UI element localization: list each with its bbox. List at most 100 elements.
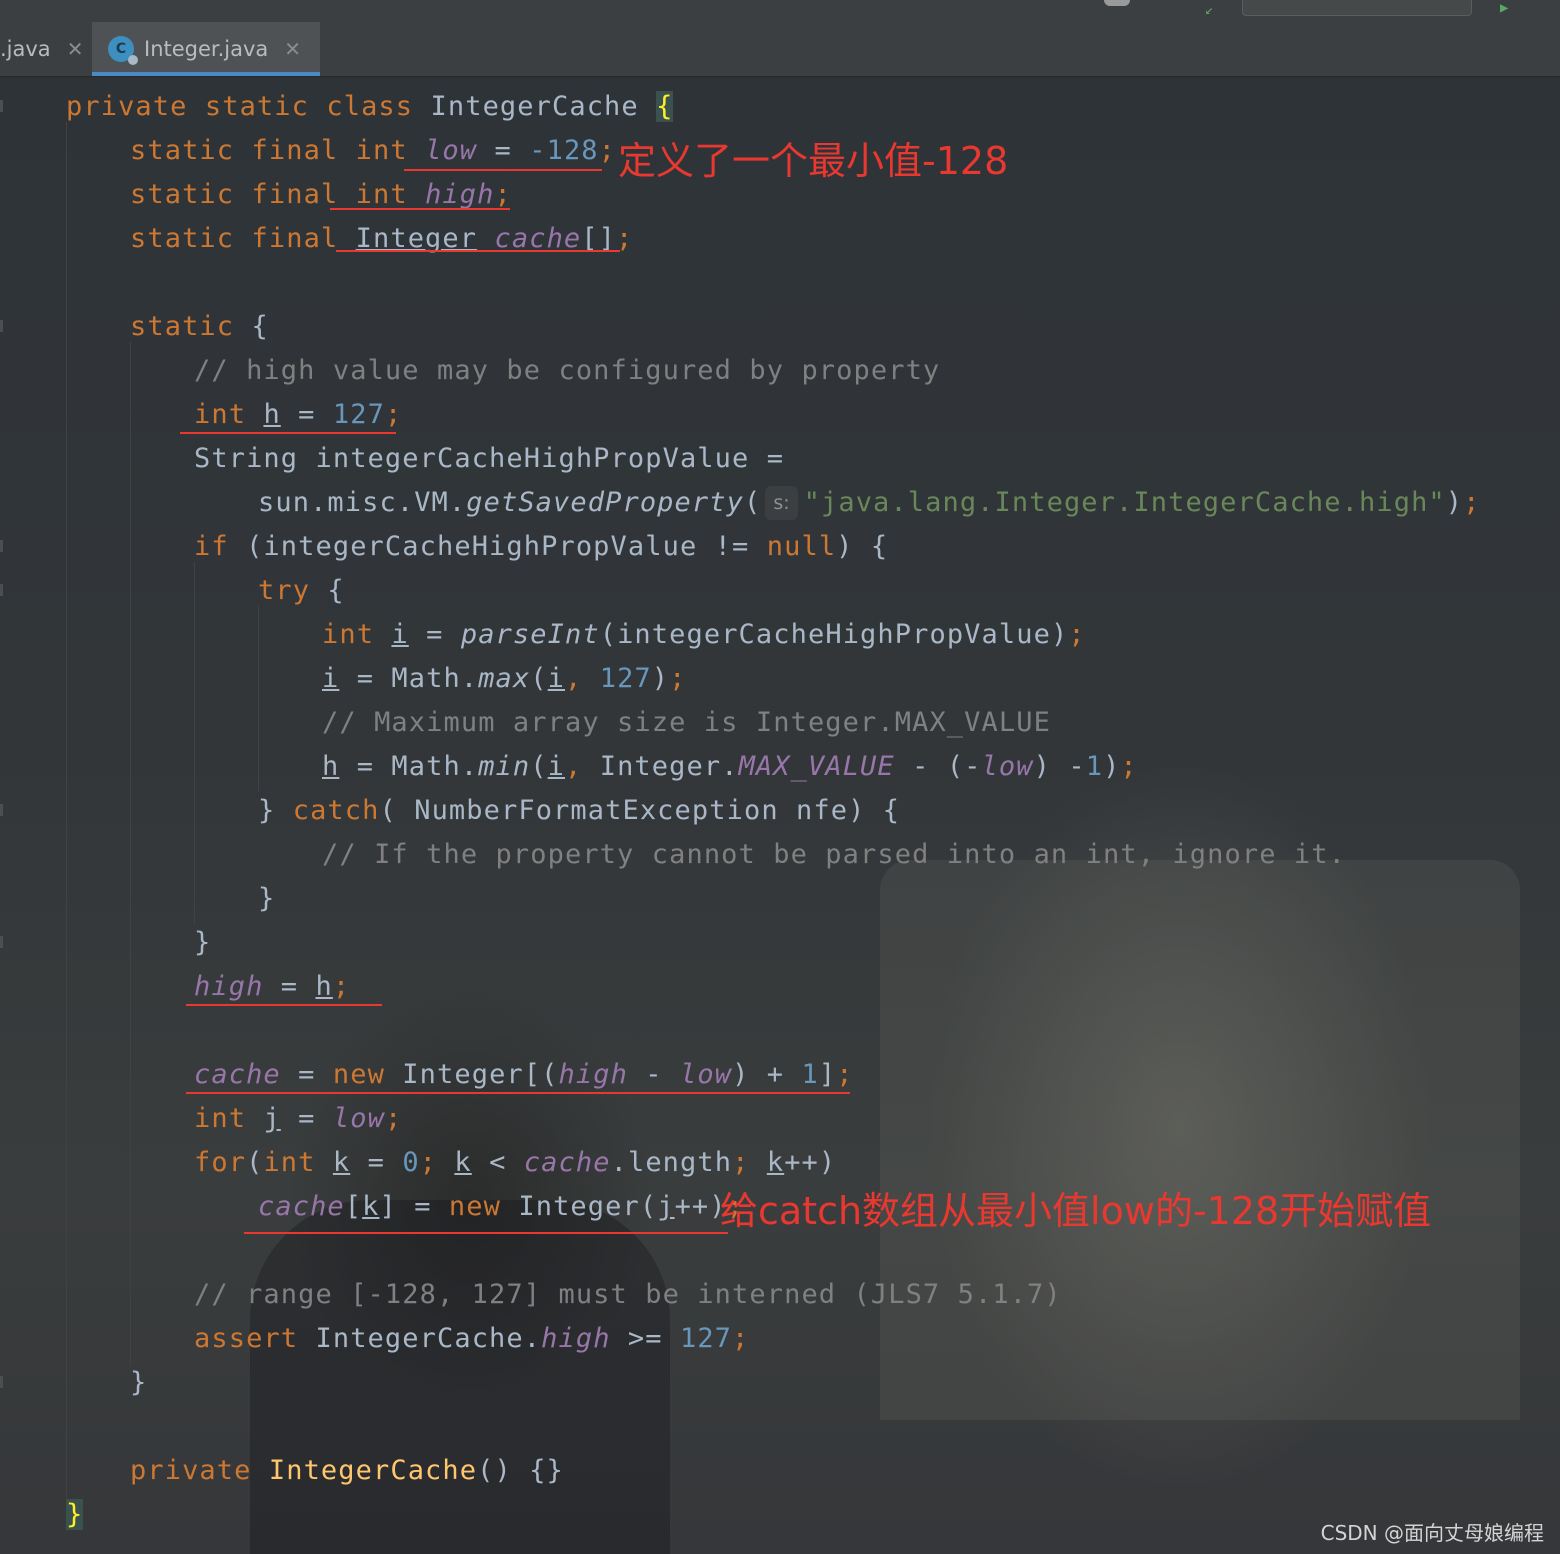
code-line: sun.misc.VM.getSavedProperty(s: "java.lan… <box>258 486 1481 520</box>
code-text: ) + <box>732 1059 802 1090</box>
string-literal: "java.lang.Integer.IntegerCache.high" <box>803 487 1446 518</box>
code-line: int j = low; <box>194 1102 402 1136</box>
code-editor[interactable]: private static class IntegerCache { stat… <box>0 0 1560 1554</box>
code-text: sun.misc.VM. <box>258 487 467 518</box>
annotation-underline <box>244 1232 728 1234</box>
code-line: for(int k = 0; k < cache.length; k++) <box>194 1146 836 1180</box>
bracket: [ <box>344 1191 363 1222</box>
number: 1 <box>801 1059 819 1090</box>
operator: = <box>280 1059 333 1090</box>
semicolon: ; <box>732 1323 750 1354</box>
keyword: assert <box>194 1323 299 1354</box>
method-name: min <box>478 751 531 782</box>
matched-brace: } <box>66 1499 84 1530</box>
keyword: for <box>194 1147 247 1178</box>
annotation-underline <box>404 169 602 171</box>
semicolon: ; <box>836 1059 854 1090</box>
field-name: high <box>194 971 264 1002</box>
code-line: } <box>258 883 276 914</box>
field-name: high <box>425 179 495 210</box>
semicolon: ; <box>494 179 512 210</box>
keyword: null <box>766 531 837 562</box>
code-line: h = Math.min(i, Integer.MAX_VALUE - (-lo… <box>322 750 1138 784</box>
operator: = <box>280 1103 333 1134</box>
keyword: private <box>66 91 188 122</box>
paren: ( <box>530 751 548 782</box>
semicolon: ; <box>1463 487 1481 518</box>
code-line: assert IntegerCache.high >= 127; <box>194 1322 749 1356</box>
code-text: ( NumberFormatException nfe) { <box>379 795 901 826</box>
variable: i <box>322 663 340 694</box>
code-line: } <box>194 927 212 958</box>
keyword: int <box>355 135 408 166</box>
operator: = <box>263 971 316 1002</box>
code-text: } <box>258 795 293 826</box>
code-text: ++) <box>784 1147 837 1178</box>
field-name: high <box>558 1059 628 1090</box>
code-line: if (integerCacheHighPropValue != null) { <box>194 530 888 564</box>
keyword: static <box>204 91 309 122</box>
annotation-text: 给catch数组从最小值low的-128开始赋值 <box>720 1189 1432 1233</box>
semicolon: ; <box>732 1147 767 1178</box>
operator: ) - <box>1033 751 1086 782</box>
code-line: i = Math.max(i, 127); <box>322 662 687 696</box>
code-text: .length <box>610 1147 733 1178</box>
annotation-underline <box>186 1004 382 1006</box>
operator: = <box>350 1147 403 1178</box>
keyword: static <box>130 311 235 342</box>
operator: - <box>627 1059 680 1090</box>
field-name: high <box>541 1323 611 1354</box>
keyword: class <box>326 91 414 122</box>
annotation-underline <box>330 208 510 210</box>
operator: = <box>408 619 461 650</box>
operator: - (- <box>894 751 982 782</box>
paren: ( <box>246 1147 264 1178</box>
variable: i <box>391 619 409 650</box>
code-text: (integerCacheHighPropValue) <box>599 619 1069 650</box>
semicolon: ; <box>598 135 617 166</box>
code-comment: // high value may be configured by prope… <box>194 355 941 386</box>
code-line: } <box>130 1367 148 1398</box>
number: 127 <box>679 1323 733 1354</box>
operator: = <box>280 399 333 430</box>
semicolon: ; <box>1068 619 1086 650</box>
semicolon: ; <box>1120 751 1138 782</box>
annotation-text: 定义了一个最小值-128 <box>618 139 1009 183</box>
code-text: Integer( <box>501 1191 658 1222</box>
code-comment: // Maximum array size is Integer.MAX_VAL… <box>322 707 1051 738</box>
keyword: new <box>448 1191 501 1222</box>
paren: ( <box>530 663 548 694</box>
keyword: final <box>251 179 339 210</box>
code-line: static final int low = -128; <box>130 134 616 168</box>
code-line: cache = new Integer[(high - low) + 1]; <box>194 1058 854 1092</box>
code-line: try { <box>258 574 345 608</box>
code-text: IntegerCache. <box>298 1323 542 1354</box>
number: 127 <box>599 663 652 694</box>
code-line: String integerCacheHighPropValue = <box>194 443 785 474</box>
constructor-name: IntegerCache <box>268 1455 478 1486</box>
code-text: = Math. <box>339 663 479 694</box>
field-name: MAX_VALUE <box>738 751 895 782</box>
semicolon: ; <box>384 399 403 430</box>
code-text: () {} <box>477 1455 564 1486</box>
bracket: ] <box>818 1059 837 1090</box>
variable: k <box>332 1147 351 1178</box>
method-name: parseInt <box>460 619 600 650</box>
keyword: int <box>194 1103 247 1134</box>
variable: h <box>315 971 333 1002</box>
keyword: private <box>130 1455 252 1486</box>
keyword: int <box>355 179 408 210</box>
comma: , <box>565 663 600 694</box>
variable: j <box>263 1103 281 1134</box>
watermark: CSDN @面向丈母娘编程 <box>1320 1521 1544 1545</box>
parameter-hint: s: <box>765 486 798 520</box>
keyword: new <box>332 1059 385 1090</box>
keyword: static <box>130 223 235 254</box>
paren: ) <box>1445 487 1464 518</box>
number: 0 <box>402 1147 420 1178</box>
keyword: final <box>251 135 339 166</box>
code-line: high = h; <box>194 970 350 1004</box>
semicolon: ; <box>332 971 351 1002</box>
code-text: Integer[( <box>384 1059 559 1090</box>
class-name: IntegerCache <box>430 91 639 122</box>
